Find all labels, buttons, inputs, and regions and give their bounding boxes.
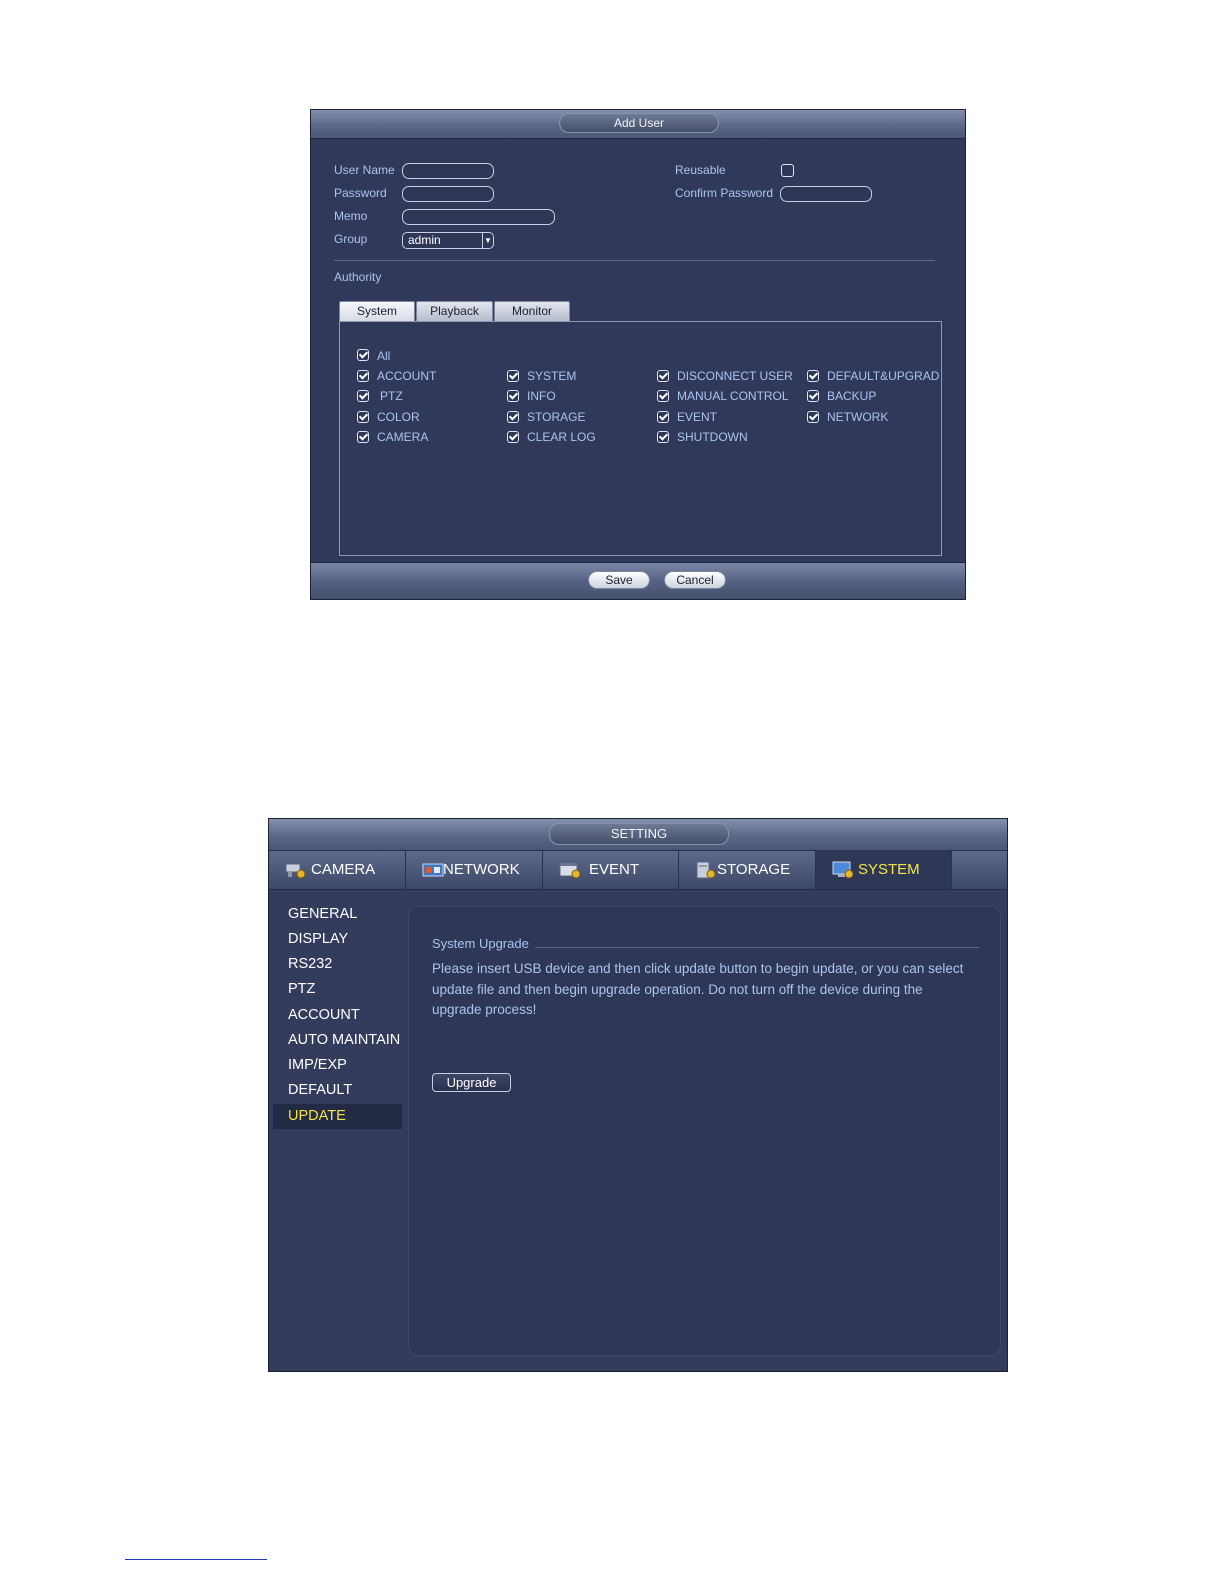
camera-icon <box>285 863 306 879</box>
dialog-footer: Save Cancel <box>311 562 965 599</box>
sidebar-item-default[interactable]: DEFAULT <box>273 1078 402 1103</box>
all-checkbox[interactable] <box>357 349 369 361</box>
perm-label: INFO <box>527 389 556 403</box>
section-divider <box>535 947 979 948</box>
perm-label: EVENT <box>677 410 718 424</box>
reusable-label: Reusable <box>675 163 726 177</box>
upgrade-description: Please insert USB device and then click … <box>432 961 964 1017</box>
perm-label: NETWORK <box>827 410 889 424</box>
tab-network[interactable]: NETWORK <box>406 851 543 889</box>
tab-event[interactable]: EVENT <box>543 851 679 889</box>
perm-checkbox[interactable] <box>657 431 669 443</box>
sidebar-item-imp-exp[interactable]: IMP/EXP <box>273 1053 402 1078</box>
perm-label: SYSTEM <box>527 369 577 383</box>
sidebar-item-rs232[interactable]: RS232 <box>273 952 402 977</box>
event-icon <box>559 862 581 879</box>
dialog-title: Add User <box>559 113 719 133</box>
perm-checkbox[interactable] <box>657 390 669 402</box>
perm-label: CLEAR LOG <box>527 430 596 444</box>
footnote-rule <box>125 1559 267 1560</box>
update-panel: System Upgrade Please insert USB device … <box>408 906 1001 1356</box>
perm-checkbox[interactable] <box>657 411 669 423</box>
tab-playback[interactable]: Playback <box>416 301 493 321</box>
perm-checkbox[interactable] <box>507 411 519 423</box>
perm-checkbox[interactable] <box>357 370 369 382</box>
perm-checkbox[interactable] <box>357 411 369 423</box>
reusable-checkbox[interactable] <box>781 164 794 177</box>
perm-label: COLOR <box>377 410 420 424</box>
perm-checkbox[interactable] <box>357 390 369 402</box>
memo-label: Memo <box>334 209 368 223</box>
perm-label: SHUTDOWN <box>677 430 748 444</box>
sidebar-item-update[interactable]: UPDATE <box>273 1104 402 1129</box>
section-title: System Upgrade <box>432 936 529 951</box>
memo-input[interactable] <box>402 209 555 225</box>
group-label: Group <box>334 232 368 246</box>
perm-label: STORAGE <box>527 410 586 424</box>
setting-window: SETTING CAMERA NETWORK EVENT STORAGE SYS… <box>268 818 1008 1372</box>
perm-checkbox[interactable] <box>807 411 819 423</box>
perm-checkbox[interactable] <box>657 370 669 382</box>
perm-label: DISCONNECT USER <box>677 369 793 383</box>
storage-icon <box>696 861 716 879</box>
all-label: All <box>377 349 391 363</box>
main-tabs: CAMERA NETWORK EVENT STORAGE SYSTEM <box>269 850 1007 890</box>
sidebar-item-general[interactable]: GENERAL <box>273 902 402 927</box>
tab-storage[interactable]: STORAGE <box>679 851 816 889</box>
setting-title: SETTING <box>549 823 729 845</box>
password-label: Password <box>334 186 387 200</box>
perm-checkbox[interactable] <box>507 370 519 382</box>
divider <box>334 260 935 261</box>
perm-label: PTZ <box>380 389 403 403</box>
authority-label: Authority <box>334 270 382 284</box>
group-select-value: admin <box>408 233 441 247</box>
perm-checkbox[interactable] <box>507 390 519 402</box>
tab-system[interactable]: SYSTEM <box>816 851 952 889</box>
add-user-dialog: Add User User Name Password Memo Group a… <box>310 109 966 600</box>
tab-camera[interactable]: CAMERA <box>269 851 406 889</box>
group-select[interactable]: admin ▼ <box>402 232 494 249</box>
perm-label: BACKUP <box>827 389 877 403</box>
chevron-down-icon[interactable]: ▼ <box>482 233 493 248</box>
user-name-label: User Name <box>334 163 395 177</box>
cancel-button[interactable]: Cancel <box>664 571 726 589</box>
dialog-titlebar: Add User <box>311 110 965 139</box>
perm-checkbox[interactable] <box>507 431 519 443</box>
sidebar-item-account[interactable]: ACCOUNT <box>273 1003 402 1028</box>
network-icon <box>422 863 444 877</box>
perm-checkbox[interactable] <box>357 431 369 443</box>
perm-label: CAMERA <box>377 430 429 444</box>
tab-system[interactable]: System <box>339 301 415 322</box>
perm-label: ACCOUNT <box>377 369 437 383</box>
setting-titlebar: SETTING <box>269 819 1007 850</box>
authority-panel: All ACCOUNT SYSTEM DISCONNECT USER DEFAU… <box>339 321 942 556</box>
system-icon <box>832 861 854 879</box>
perm-checkbox[interactable] <box>807 390 819 402</box>
upgrade-button[interactable]: Upgrade <box>432 1073 511 1092</box>
sidebar-item-auto-maintain[interactable]: AUTO MAINTAIN <box>273 1028 402 1053</box>
perm-label: MANUAL CONTROL <box>677 389 789 403</box>
perm-label: DEFAULT&UPGRAD <box>827 369 940 383</box>
user-name-input[interactable] <box>402 163 494 179</box>
sidebar-item-display[interactable]: DISPLAY <box>273 927 402 952</box>
perm-checkbox[interactable] <box>807 370 819 382</box>
tab-monitor[interactable]: Monitor <box>494 301 570 321</box>
password-input[interactable] <box>402 186 494 202</box>
confirm-password-input[interactable] <box>780 186 872 202</box>
sidebar-item-ptz[interactable]: PTZ <box>273 977 402 1002</box>
save-button[interactable]: Save <box>588 571 650 589</box>
confirm-password-label: Confirm Password <box>675 186 774 200</box>
